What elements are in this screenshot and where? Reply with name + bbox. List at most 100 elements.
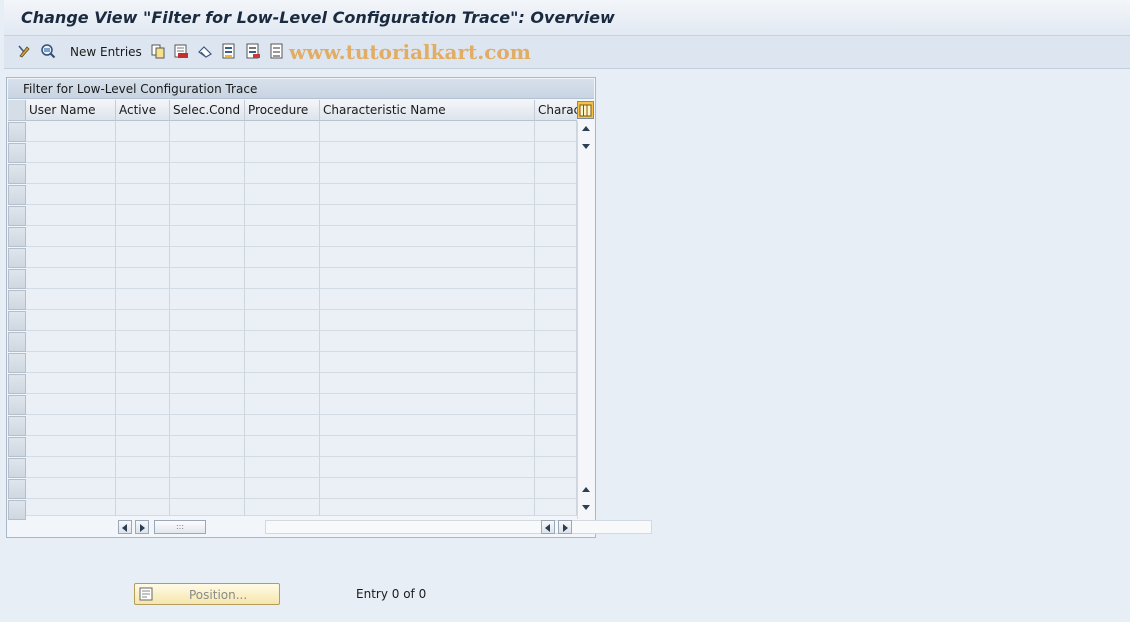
table-cell[interactable] (535, 457, 577, 478)
table-cell[interactable] (245, 184, 320, 205)
table-cell[interactable] (245, 163, 320, 184)
table-cell[interactable] (320, 310, 535, 331)
details-icon[interactable] (40, 43, 56, 59)
table-cell[interactable] (116, 352, 170, 373)
table-cell[interactable] (116, 415, 170, 436)
scroll-far-right-icon[interactable] (558, 520, 572, 534)
table-cell[interactable] (245, 142, 320, 163)
table-cell[interactable] (26, 499, 116, 516)
table-cell[interactable] (245, 373, 320, 394)
column-header-selec-cond[interactable]: Selec.Cond (170, 100, 245, 121)
table-cell[interactable] (245, 457, 320, 478)
table-cell[interactable] (170, 310, 245, 331)
page-up-icon[interactable] (582, 144, 590, 149)
table-cell[interactable] (26, 205, 116, 226)
table-cell[interactable] (170, 184, 245, 205)
column-header-charact[interactable]: Charact (535, 100, 577, 121)
table-cell[interactable] (535, 226, 577, 247)
select-all-rows-corner[interactable] (8, 100, 26, 121)
column-header-procedure[interactable]: Procedure (245, 100, 320, 121)
table-cell[interactable] (26, 352, 116, 373)
table-cell[interactable] (320, 499, 535, 516)
row-selector[interactable] (8, 311, 26, 331)
table-cell[interactable] (170, 373, 245, 394)
table-cell[interactable] (26, 457, 116, 478)
display-change-icon[interactable] (17, 43, 33, 59)
table-cell[interactable] (170, 436, 245, 457)
table-cell[interactable] (116, 247, 170, 268)
table-cell[interactable] (26, 142, 116, 163)
table-cell[interactable] (116, 478, 170, 499)
row-selector[interactable] (8, 290, 26, 310)
table-cell[interactable] (170, 499, 245, 516)
table-cell[interactable] (170, 415, 245, 436)
table-cell[interactable] (170, 121, 245, 142)
table-cell[interactable] (320, 415, 535, 436)
table-cell[interactable] (170, 352, 245, 373)
table-cell[interactable] (245, 310, 320, 331)
row-selector[interactable] (8, 206, 26, 226)
row-selector[interactable] (8, 395, 26, 415)
table-cell[interactable] (116, 142, 170, 163)
table-cell[interactable] (116, 499, 170, 516)
table-cell[interactable] (116, 289, 170, 310)
table-cell[interactable] (116, 331, 170, 352)
column-header-active[interactable]: Active (116, 100, 170, 121)
table-cell[interactable] (170, 331, 245, 352)
new-entries-button[interactable]: New Entries (70, 45, 142, 59)
table-cell[interactable] (320, 184, 535, 205)
page-down-icon[interactable] (582, 487, 590, 492)
table-cell[interactable] (245, 436, 320, 457)
table-cell[interactable] (170, 247, 245, 268)
table-cell[interactable] (320, 436, 535, 457)
table-cell[interactable] (116, 184, 170, 205)
row-selector[interactable] (8, 122, 26, 142)
copy-icon[interactable] (150, 43, 166, 59)
table-cell[interactable] (26, 436, 116, 457)
table-cell[interactable] (245, 499, 320, 516)
table-cell[interactable] (26, 226, 116, 247)
scroll-far-left-icon[interactable] (541, 520, 555, 534)
table-cell[interactable] (116, 373, 170, 394)
table-cell[interactable] (26, 163, 116, 184)
scroll-up-icon[interactable] (582, 126, 590, 131)
table-cell[interactable] (320, 142, 535, 163)
table-cell[interactable] (116, 163, 170, 184)
table-cell[interactable] (116, 436, 170, 457)
scroll-down-icon[interactable] (582, 505, 590, 510)
table-cell[interactable] (320, 121, 535, 142)
table-cell[interactable] (535, 331, 577, 352)
table-cell[interactable] (26, 331, 116, 352)
table-cell[interactable] (116, 268, 170, 289)
table-cell[interactable] (320, 331, 535, 352)
table-cell[interactable] (320, 478, 535, 499)
table-cell[interactable] (535, 394, 577, 415)
delete-icon[interactable] (173, 43, 189, 59)
undo-icon[interactable] (197, 43, 213, 59)
table-cell[interactable] (116, 226, 170, 247)
table-cell[interactable] (26, 478, 116, 499)
deselect-all-icon[interactable] (269, 43, 285, 59)
table-cell[interactable] (535, 478, 577, 499)
table-cell[interactable] (535, 310, 577, 331)
vertical-scrollbar[interactable] (577, 121, 594, 519)
table-cell[interactable] (245, 331, 320, 352)
row-selector[interactable] (8, 269, 26, 289)
table-cell[interactable] (116, 121, 170, 142)
table-cell[interactable] (245, 268, 320, 289)
table-cell[interactable] (245, 478, 320, 499)
table-cell[interactable] (320, 268, 535, 289)
table-cell[interactable] (245, 226, 320, 247)
table-cell[interactable] (170, 478, 245, 499)
table-cell[interactable] (320, 289, 535, 310)
table-cell[interactable] (170, 226, 245, 247)
table-cell[interactable] (320, 163, 535, 184)
table-cell[interactable] (26, 121, 116, 142)
table-cell[interactable] (26, 394, 116, 415)
table-cell[interactable] (535, 163, 577, 184)
table-cell[interactable] (535, 436, 577, 457)
table-cell[interactable] (320, 226, 535, 247)
table-cell[interactable] (170, 394, 245, 415)
horizontal-scroll-thumb[interactable]: ::: (154, 520, 206, 534)
table-cell[interactable] (245, 205, 320, 226)
